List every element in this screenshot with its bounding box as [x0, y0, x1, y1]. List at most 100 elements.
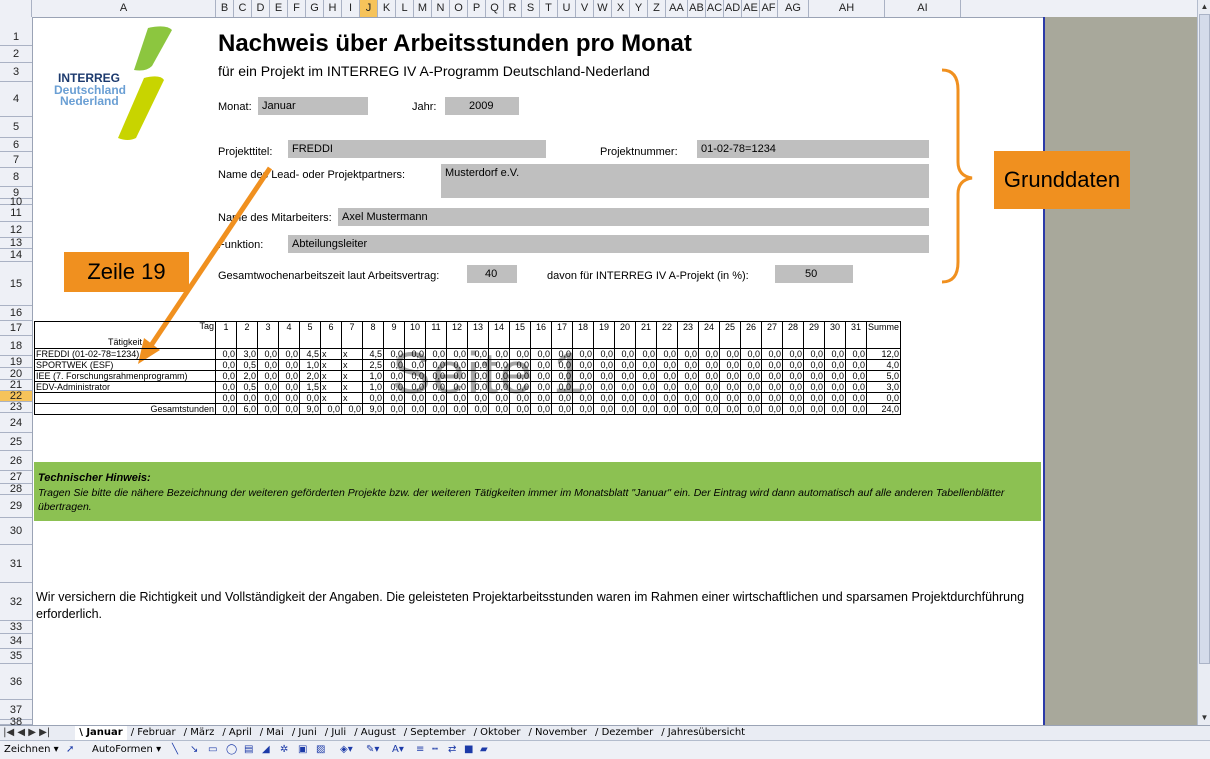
row-header-34[interactable]: 34	[0, 634, 32, 649]
hours-cell[interactable]: 0,0	[656, 381, 678, 393]
sheet-tab-oktober[interactable]: / Oktober	[470, 726, 525, 740]
hours-cell[interactable]: 0,0	[845, 359, 867, 371]
row-header-16[interactable]: 16	[0, 306, 32, 321]
total-hours-cell[interactable]: 0,0	[320, 403, 342, 415]
hours-cell[interactable]: 0,0	[551, 370, 573, 382]
hours-cell[interactable]: 0,0	[446, 359, 468, 371]
row-header-14[interactable]: 14	[0, 249, 32, 262]
hours-cell[interactable]: 0,0	[404, 359, 426, 371]
hours-cell[interactable]: 0,0	[656, 348, 678, 360]
total-hours-cell[interactable]: 0,0	[593, 403, 615, 415]
column-header-ac[interactable]: AC	[706, 0, 724, 17]
total-hours-cell[interactable]: 0,0	[425, 403, 447, 415]
row-sum-cell[interactable]: 5,0	[865, 370, 902, 382]
hours-cell[interactable]: 3,0	[236, 348, 258, 360]
hours-cell[interactable]: 0,0	[446, 381, 468, 393]
hours-cell[interactable]: 0,0	[740, 392, 762, 404]
hours-cell[interactable]: 0,0	[530, 392, 552, 404]
hours-cell[interactable]: 0,0	[551, 392, 573, 404]
hours-cell[interactable]: 0,0	[425, 359, 447, 371]
scroll-down-icon[interactable]: ▼	[1198, 711, 1210, 724]
hours-cell[interactable]: 0,0	[530, 381, 552, 393]
total-hours-cell[interactable]: 0,0	[404, 403, 426, 415]
hours-cell[interactable]: 0,0	[845, 370, 867, 382]
hours-cell[interactable]: 0,0	[719, 370, 741, 382]
column-header-s[interactable]: S	[522, 0, 540, 17]
hours-cell[interactable]: 0,0	[383, 370, 405, 382]
line-icon[interactable]: ╲	[172, 744, 178, 756]
hours-cell[interactable]: x	[320, 392, 342, 404]
hours-cell[interactable]: 0,0	[572, 381, 594, 393]
hours-cell[interactable]: 0,0	[719, 359, 741, 371]
hours-cell[interactable]: 0,0	[278, 392, 300, 404]
column-header-n[interactable]: N	[432, 0, 450, 17]
column-header-f[interactable]: F	[288, 0, 306, 17]
hours-cell[interactable]: 0,0	[278, 359, 300, 371]
hours-cell[interactable]: 0,0	[551, 359, 573, 371]
row-header-23[interactable]: 23	[0, 402, 32, 413]
hours-cell[interactable]: 0,0	[824, 381, 846, 393]
sheet-tab-mai[interactable]: / Mai	[256, 726, 288, 740]
hours-cell[interactable]: 0,0	[677, 370, 699, 382]
total-sum-cell[interactable]: 24,0	[865, 403, 902, 415]
hours-cell[interactable]: 0,0	[614, 381, 636, 393]
hours-cell[interactable]: 0,0	[404, 381, 426, 393]
total-hours-cell[interactable]: 0,0	[698, 403, 720, 415]
column-header-j[interactable]: J	[360, 0, 378, 17]
column-header-aa[interactable]: AA	[666, 0, 688, 17]
select-all-corner[interactable]	[0, 0, 32, 17]
hours-cell[interactable]: 0,0	[698, 359, 720, 371]
hours-cell[interactable]: 0,0	[845, 381, 867, 393]
hours-cell[interactable]: 0,0	[467, 348, 489, 360]
sheet-tab-jahresübersicht[interactable]: / Jahresübersicht	[657, 726, 749, 740]
hours-cell[interactable]: 0,0	[509, 359, 531, 371]
hours-cell[interactable]: 0,0	[698, 370, 720, 382]
hours-cell[interactable]: 0,0	[698, 381, 720, 393]
hours-cell[interactable]: 0,0	[803, 359, 825, 371]
hours-cell[interactable]: 0,0	[824, 392, 846, 404]
partner-field[interactable]: Musterdorf e.V.	[441, 164, 929, 198]
total-hours-cell[interactable]: 0,0	[257, 403, 279, 415]
row-header-18[interactable]: 18	[0, 336, 32, 356]
hours-cell[interactable]: 0,0	[614, 359, 636, 371]
row-header-17[interactable]: 17	[0, 321, 32, 336]
hours-cell[interactable]: 0,0	[719, 348, 741, 360]
hours-cell[interactable]: 1,0	[362, 370, 384, 382]
total-hours-cell[interactable]: 0,0	[803, 403, 825, 415]
row-header-13[interactable]: 13	[0, 238, 32, 249]
hours-cell[interactable]: 0,0	[425, 370, 447, 382]
total-hours-cell[interactable]: 6,0	[236, 403, 258, 415]
hours-cell[interactable]: 0,0	[572, 370, 594, 382]
hours-cell[interactable]: 0,0	[740, 359, 762, 371]
hours-cell[interactable]: 0,0	[446, 392, 468, 404]
total-hours-cell[interactable]: 0,0	[383, 403, 405, 415]
hours-cell[interactable]: 0,0	[677, 381, 699, 393]
hours-cell[interactable]: 0,0	[257, 359, 279, 371]
3d-icon[interactable]: ▰	[480, 744, 488, 756]
hours-cell[interactable]: 0,0	[761, 359, 783, 371]
row-header-32[interactable]: 32	[0, 583, 32, 621]
row-sum-cell[interactable]: 4,0	[865, 359, 902, 371]
column-header-u[interactable]: U	[558, 0, 576, 17]
hours-cell[interactable]: 0,0	[215, 370, 237, 382]
row-header-26[interactable]: 26	[0, 451, 32, 471]
sheet-tab-dezember[interactable]: / Dezember	[591, 726, 657, 740]
hours-cell[interactable]: 0,0	[740, 370, 762, 382]
column-header-g[interactable]: G	[306, 0, 324, 17]
column-header-af[interactable]: AF	[760, 0, 778, 17]
hours-cell[interactable]: 0,0	[593, 348, 615, 360]
row-header-1[interactable]: 1	[0, 29, 32, 46]
hours-cell[interactable]: 0,0	[257, 392, 279, 404]
total-hours-cell[interactable]: 9,0	[299, 403, 321, 415]
hours-cell[interactable]: 0,0	[467, 381, 489, 393]
select-pointer-icon[interactable]: ➚	[66, 744, 74, 756]
hours-cell[interactable]: 0,0	[404, 392, 426, 404]
hours-cell[interactable]: 0,0	[446, 370, 468, 382]
hours-cell[interactable]: 0,0	[845, 392, 867, 404]
row-sum-cell[interactable]: 0,0	[865, 392, 902, 404]
arrow-tool-icon[interactable]: ↘	[190, 744, 198, 756]
row-header-8[interactable]: 8	[0, 168, 32, 187]
hours-cell[interactable]: 0,0	[803, 370, 825, 382]
row-header-7[interactable]: 7	[0, 152, 32, 168]
hours-cell[interactable]: 0,0	[614, 370, 636, 382]
